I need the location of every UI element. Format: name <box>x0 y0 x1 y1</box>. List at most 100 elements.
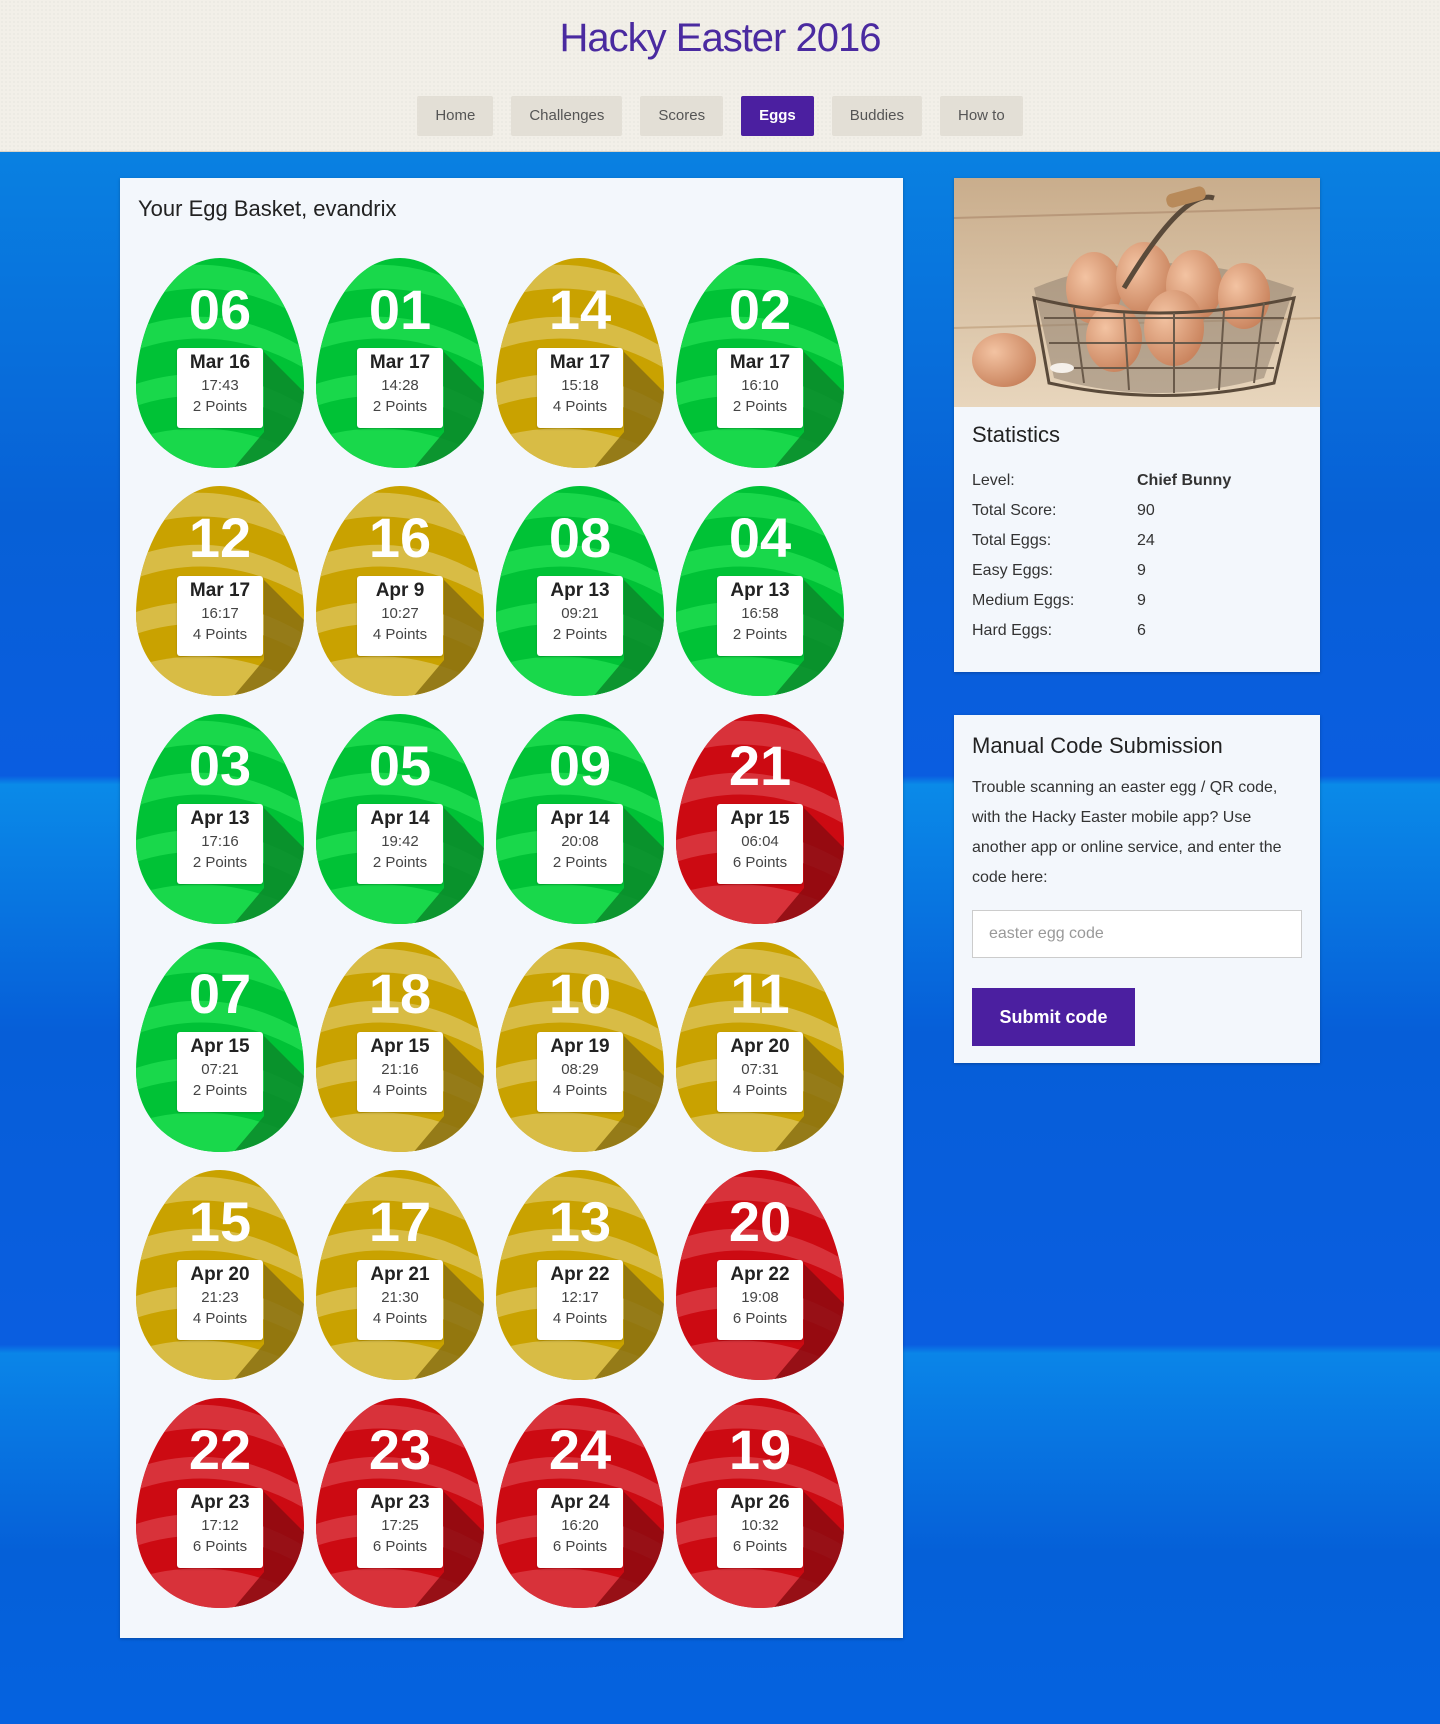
egg-number: 20 <box>728 1190 792 1253</box>
egg-time: 08:29 <box>561 1061 599 1078</box>
egg-time: 12:17 <box>561 1289 599 1306</box>
nav-buddies[interactable]: Buddies <box>831 96 922 136</box>
egg-number: 12 <box>188 506 252 569</box>
egg-basket-photo <box>954 178 1320 407</box>
egg-item: 17 Apr 21 21:30 4 Points <box>316 1168 484 1382</box>
nav-scores[interactable]: Scores <box>640 96 724 136</box>
egg-info-card: Apr 14 20:08 2 Points <box>537 804 623 884</box>
egg-number: 13 <box>548 1190 612 1253</box>
egg-time: 07:31 <box>741 1061 779 1078</box>
egg-number: 19 <box>728 1418 792 1481</box>
egg-points: 4 Points <box>372 1310 428 1327</box>
egg-time: 19:42 <box>381 833 419 850</box>
egg-item: 16 Apr 9 10:27 4 Points <box>316 484 484 698</box>
egg-points: 6 Points <box>552 1538 608 1555</box>
egg-info-card: Apr 22 19:08 6 Points <box>717 1260 803 1340</box>
egg-time: 17:43 <box>201 377 239 394</box>
egg-info-card: Apr 13 17:16 2 Points <box>177 804 263 884</box>
egg-date: Mar 16 <box>189 352 251 373</box>
egg-number: 17 <box>368 1190 432 1253</box>
egg-number: 24 <box>548 1418 612 1481</box>
egg-item: 05 Apr 14 19:42 2 Points <box>316 712 484 926</box>
egg-points: 4 Points <box>372 1082 428 1099</box>
egg-points: 6 Points <box>732 1538 788 1555</box>
egg-item: 13 Apr 22 12:17 4 Points <box>496 1168 664 1382</box>
egg-item: 11 Apr 20 07:31 4 Points <box>676 940 844 1154</box>
egg-points: 4 Points <box>372 626 428 643</box>
egg-time: 16:58 <box>741 605 779 622</box>
egg-item: 07 Apr 15 07:21 2 Points <box>136 940 304 1154</box>
statistics-panel: Statistics Level: Chief Bunny Total Score:… <box>954 178 1320 672</box>
egg-time: 06:04 <box>741 833 779 850</box>
egg-time: 15:18 <box>561 377 599 394</box>
submit-code-button[interactable]: Submit code <box>972 988 1135 1046</box>
egg-info-card: Apr 15 21:16 4 Points <box>357 1032 443 1112</box>
egg-time: 20:08 <box>561 833 599 850</box>
egg-date: Apr 21 <box>370 1264 430 1285</box>
egg-time: 21:30 <box>381 1289 419 1306</box>
egg-date: Apr 22 <box>730 1264 790 1285</box>
egg-item: 19 Apr 26 10:32 6 Points <box>676 1396 844 1610</box>
egg-time: 17:12 <box>201 1517 239 1534</box>
nav-how-to[interactable]: How to <box>939 96 1023 136</box>
egg-info-card: Mar 17 14:28 2 Points <box>357 348 443 428</box>
manual-code-panel: Manual Code Submission Trouble scanning … <box>954 715 1320 1063</box>
statistics-label: Total Score: <box>972 502 1057 519</box>
egg-number: 03 <box>188 734 252 797</box>
nav-eggs[interactable]: Eggs <box>741 96 814 136</box>
egg-number: 04 <box>728 506 792 569</box>
egg-item: 20 Apr 22 19:08 6 Points <box>676 1168 844 1382</box>
statistics-label: Easy Eggs: <box>972 562 1053 579</box>
egg-item: 18 Apr 15 21:16 4 Points <box>316 940 484 1154</box>
egg-info-card: Apr 20 07:31 4 Points <box>717 1032 803 1112</box>
egg-info-card: Apr 13 09:21 2 Points <box>537 576 623 656</box>
egg-points: 4 Points <box>192 626 248 643</box>
egg-number: 02 <box>728 278 792 341</box>
egg-number: 21 <box>728 734 792 797</box>
egg-code-input[interactable] <box>972 910 1302 958</box>
egg-number: 16 <box>368 506 432 569</box>
egg-time: 17:25 <box>381 1517 419 1534</box>
egg-info-card: Mar 16 17:43 2 Points <box>177 348 263 428</box>
egg-date: Apr 14 <box>550 808 610 829</box>
egg-number: 11 <box>730 962 790 1025</box>
statistics-value: Chief Bunny <box>1137 472 1232 489</box>
egg-number: 09 <box>548 734 612 797</box>
manual-code-title: Manual Code Submission <box>972 733 1223 758</box>
egg-item: 03 Apr 13 17:16 2 Points <box>136 712 304 926</box>
egg-time: 19:08 <box>741 1289 779 1306</box>
egg-time: 14:28 <box>381 377 419 394</box>
egg-time: 17:16 <box>201 833 239 850</box>
egg-item: 24 Apr 24 16:20 6 Points <box>496 1396 664 1610</box>
egg-points: 4 Points <box>192 1310 248 1327</box>
egg-number: 15 <box>188 1190 252 1253</box>
egg-item: 06 Mar 16 17:43 2 Points <box>136 256 304 470</box>
egg-time: 16:17 <box>201 605 239 622</box>
egg-number: 23 <box>368 1418 432 1481</box>
egg-date: Apr 13 <box>190 808 250 829</box>
egg-info-card: Mar 17 16:17 4 Points <box>177 576 263 656</box>
egg-info-card: Apr 14 19:42 2 Points <box>357 804 443 884</box>
egg-item: 21 Apr 15 06:04 6 Points <box>676 712 844 926</box>
egg-date: Apr 19 <box>550 1036 610 1057</box>
egg-time: 16:10 <box>741 377 779 394</box>
egg-number: 22 <box>188 1418 252 1481</box>
egg-points: 6 Points <box>732 854 788 871</box>
egg-date: Apr 15 <box>190 1036 250 1057</box>
site-title[interactable]: Hacky Easter 2016 <box>0 16 1440 61</box>
egg-date: Apr 13 <box>730 580 790 601</box>
statistics-value: 24 <box>1137 532 1155 549</box>
egg-item: 02 Mar 17 16:10 2 Points <box>676 256 844 470</box>
egg-info-card: Mar 17 16:10 2 Points <box>717 348 803 428</box>
nav-home[interactable]: Home <box>417 96 494 136</box>
nav-challenges[interactable]: Challenges <box>511 96 623 136</box>
egg-item: 08 Apr 13 09:21 2 Points <box>496 484 664 698</box>
egg-info-card: Apr 23 17:25 6 Points <box>357 1488 443 1568</box>
egg-basket-panel: Your Egg Basket, evandrix 06 Mar 16 17:43 2… <box>120 178 903 1638</box>
egg-info-card: Apr 13 16:58 2 Points <box>717 576 803 656</box>
egg-date: Apr 14 <box>370 808 430 829</box>
egg-info-card: Apr 21 21:30 4 Points <box>357 1260 443 1340</box>
egg-points: 4 Points <box>732 1082 788 1099</box>
egg-number: 06 <box>188 278 252 341</box>
egg-number: 08 <box>548 506 612 569</box>
